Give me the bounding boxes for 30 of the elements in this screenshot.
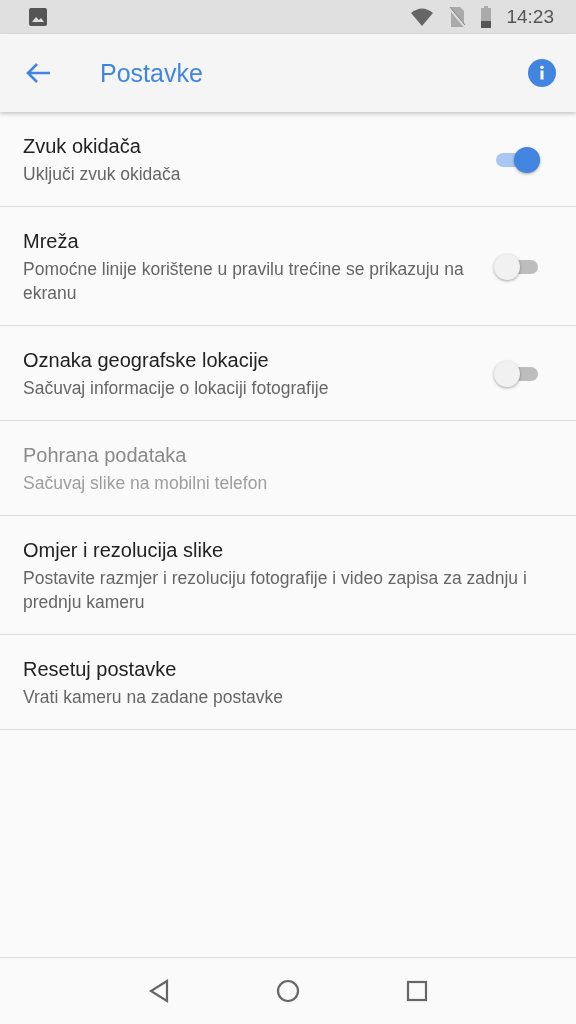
image-icon — [28, 7, 48, 27]
setting-description: Vrati kameru na zadane postavke — [23, 686, 285, 709]
settings-item[interactable]: Zvuk okidača Uključi zvuk okidača — [0, 112, 576, 207]
clock: 14:23 — [506, 6, 554, 28]
setting-description: Sačuvaj slike na mobilni telefon — [23, 472, 269, 495]
home-nav-icon[interactable] — [276, 979, 300, 1003]
recents-nav-icon[interactable] — [406, 980, 428, 1002]
settings-item[interactable]: Mreža Pomoćne linije korištene u pravilu trećine se prikazuju na ekranu — [0, 207, 576, 326]
setting-title: Mreža — [23, 229, 80, 254]
no-sim-icon — [448, 6, 467, 28]
setting-description: Uključi zvuk okidača — [23, 163, 182, 186]
setting-description: Sačuvaj informacije o lokaciji fotografije — [23, 377, 330, 400]
toggle-switch[interactable] — [494, 145, 540, 174]
setting-title: Pohrana podataka — [23, 443, 188, 468]
setting-description: Postavite razmjer i rezoluciju fotografije i video zapisa za zadnju i prednju kameru — [23, 567, 528, 614]
settings-item[interactable]: Resetuj postavke Vrati kameru na zadane postavke — [0, 635, 576, 730]
info-icon[interactable] — [528, 59, 556, 87]
settings-item[interactable]: Omjer i rezolucija slike Postavite razmjer i rezoluciju fotografije i video zapisa za zadnju i prednju kameru — [0, 516, 576, 635]
wifi-icon — [410, 7, 435, 27]
setting-title: Resetuj postavke — [23, 657, 178, 682]
toggle-switch[interactable] — [494, 252, 540, 281]
setting-description: Pomoćne linije korištene u pravilu trećine se prikazuju na ekranu — [23, 258, 465, 305]
back-nav-icon[interactable] — [148, 979, 170, 1003]
settings-item[interactable]: Oznaka geografske lokacije Sačuvaj informacije o lokaciji fotografije — [0, 326, 576, 421]
screen-title: Postavke — [100, 58, 203, 88]
toggle-switch[interactable] — [494, 359, 540, 388]
setting-title: Oznaka geografske lokacije — [23, 348, 270, 373]
battery-icon — [480, 6, 493, 28]
setting-title: Zvuk okidača — [23, 134, 142, 159]
setting-title: Omjer i rezolucija slike — [23, 538, 225, 563]
